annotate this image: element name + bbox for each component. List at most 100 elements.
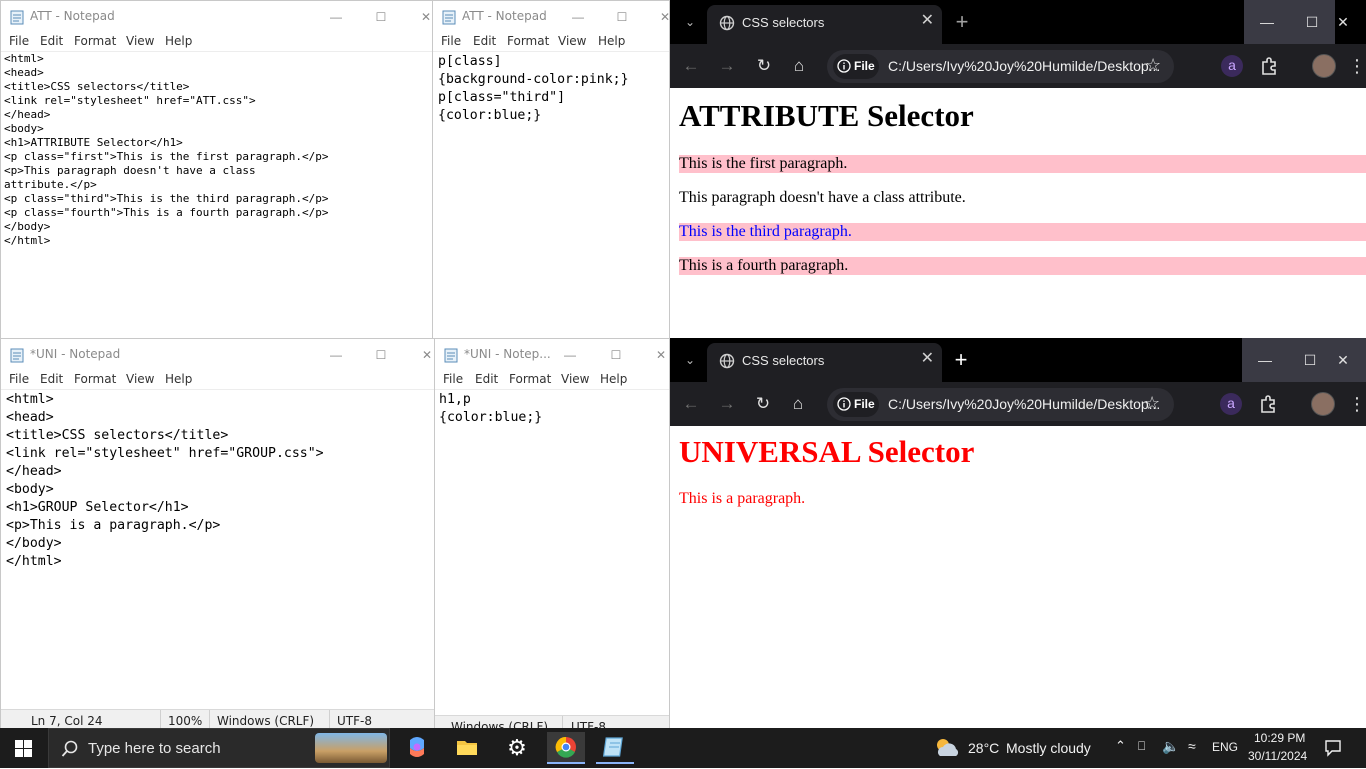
- menu-kebab-icon[interactable]: ⋮: [1348, 392, 1366, 416]
- info-icon: [837, 59, 851, 73]
- taskbar-search-box[interactable]: Type here to search: [48, 728, 390, 768]
- encoding: UTF-8: [571, 720, 606, 728]
- new-tab-button[interactable]: +: [947, 7, 977, 37]
- home-icon[interactable]: ⌂: [783, 389, 813, 419]
- bookmark-star-icon[interactable]: ☆: [1145, 55, 1161, 76]
- volume-icon[interactable]: 🔈: [1162, 738, 1179, 755]
- maximize-button[interactable]: ☐: [594, 341, 638, 369]
- text-editor[interactable]: <html> <head> <title>CSS selectors</titl…: [4, 52, 430, 248]
- minimize-button[interactable]: —: [1244, 0, 1290, 44]
- menu-format[interactable]: Format: [74, 372, 116, 386]
- close-button[interactable]: ✕: [404, 3, 432, 31]
- chrome-icon[interactable]: [547, 732, 585, 764]
- back-icon[interactable]: ←: [676, 51, 706, 81]
- tab-search-chevron-icon[interactable]: ⌄: [675, 345, 705, 375]
- new-tab-button[interactable]: +: [946, 345, 976, 375]
- title-bar[interactable]: ATT - Notepad — ☐ ✕: [1, 1, 432, 33]
- menu-help[interactable]: Help: [165, 372, 192, 386]
- menu-format[interactable]: Format: [74, 34, 116, 48]
- file-explorer-icon[interactable]: [448, 732, 486, 764]
- menu-kebab-icon[interactable]: ⋮: [1348, 54, 1366, 78]
- menu-bar: File Edit Format View Help: [1, 371, 434, 390]
- menu-file[interactable]: File: [441, 34, 461, 48]
- title-bar[interactable]: ATT - Notepad — ☐ ✕: [433, 1, 669, 33]
- text-editor[interactable]: p[class] {background-color:pink;} p[clas…: [438, 53, 667, 125]
- close-button[interactable]: ✕: [639, 341, 669, 369]
- show-hidden-icons-chevron-icon[interactable]: ⌃: [1115, 738, 1126, 754]
- menu-format[interactable]: Format: [509, 372, 551, 386]
- reload-icon[interactable]: ↻: [748, 389, 778, 419]
- weather-temperature[interactable]: 28°C: [968, 740, 999, 756]
- close-button[interactable]: ✕: [1320, 338, 1366, 382]
- menu-file[interactable]: File: [443, 372, 463, 386]
- close-button[interactable]: ✕: [405, 341, 434, 369]
- menu-view[interactable]: View: [126, 34, 154, 48]
- title-bar[interactable]: *UNI - Notep... — ☐ ✕: [435, 339, 669, 371]
- menu-view[interactable]: View: [561, 372, 589, 386]
- forward-icon[interactable]: →: [712, 389, 742, 419]
- maximize-button[interactable]: ☐: [600, 3, 644, 31]
- maximize-button[interactable]: ☐: [359, 3, 403, 31]
- windows-start-icon[interactable]: [15, 740, 32, 757]
- menu-file[interactable]: File: [9, 34, 29, 48]
- minimize-button[interactable]: —: [314, 341, 358, 369]
- menu-edit[interactable]: Edit: [475, 372, 498, 386]
- menu-help[interactable]: Help: [600, 372, 627, 386]
- menu-help[interactable]: Help: [165, 34, 192, 48]
- extension-a-icon[interactable]: a: [1221, 55, 1243, 77]
- menu-view[interactable]: View: [558, 34, 586, 48]
- minimize-button[interactable]: —: [556, 3, 600, 31]
- extension-a-icon[interactable]: a: [1220, 393, 1242, 415]
- menu-file[interactable]: File: [9, 372, 29, 386]
- text-editor[interactable]: <html> <head> <title>CSS selectors</titl…: [6, 391, 432, 571]
- encoding: UTF-8: [337, 714, 372, 728]
- settings-gear-icon[interactable]: ⚙: [498, 732, 536, 764]
- close-button[interactable]: ✕: [643, 3, 669, 31]
- network-wifi-icon[interactable]: ≈: [1188, 738, 1196, 754]
- tab-css-selectors[interactable]: CSS selectors ✕: [707, 343, 942, 382]
- bookmark-star-icon[interactable]: ☆: [1144, 393, 1160, 414]
- minimize-button[interactable]: —: [548, 341, 592, 369]
- language-indicator[interactable]: ENG: [1212, 740, 1238, 754]
- profile-avatar[interactable]: [1311, 392, 1335, 416]
- paragraph-no-class: This paragraph doesn't have a class attr…: [679, 189, 966, 206]
- extensions-puzzle-icon[interactable]: [1259, 56, 1279, 76]
- profile-avatar[interactable]: [1312, 54, 1336, 78]
- tab-css-selectors[interactable]: CSS selectors ✕: [707, 5, 942, 44]
- menu-format[interactable]: Format: [507, 34, 549, 48]
- menu-edit[interactable]: Edit: [473, 34, 496, 48]
- forward-icon[interactable]: →: [712, 51, 742, 81]
- input-method-icon[interactable]: ⎕: [1138, 739, 1145, 754]
- title-bar[interactable]: *UNI - Notepad — ☐ ✕: [1, 339, 434, 371]
- tab-close-icon[interactable]: ✕: [921, 13, 934, 29]
- menu-view[interactable]: View: [126, 372, 154, 386]
- menu-edit[interactable]: Edit: [40, 372, 63, 386]
- clock-date[interactable]: 30/11/2024: [1248, 749, 1307, 763]
- reload-icon[interactable]: ↻: [749, 51, 779, 81]
- notifications-icon[interactable]: [1324, 739, 1342, 757]
- site-info-chip[interactable]: File: [833, 54, 879, 79]
- tab-close-icon[interactable]: ✕: [921, 351, 934, 367]
- close-button[interactable]: ✕: [1320, 0, 1366, 44]
- extensions-puzzle-icon[interactable]: [1258, 394, 1278, 414]
- back-icon[interactable]: ←: [676, 389, 706, 419]
- page-content: ATTRIBUTE Selector This is the first par…: [670, 88, 1366, 338]
- notepad-taskbar-icon[interactable]: [596, 732, 634, 764]
- menu-edit[interactable]: Edit: [40, 34, 63, 48]
- search-placeholder: Type here to search: [88, 740, 221, 757]
- tab-search-chevron-icon[interactable]: ⌄: [675, 7, 705, 37]
- address-bar[interactable]: File C:/Users/Ivy%20Joy%20Humilde/Deskto…: [827, 388, 1174, 421]
- home-icon[interactable]: ⌂: [784, 51, 814, 81]
- site-info-chip[interactable]: File: [833, 392, 879, 417]
- notepad-uni-css-window: *UNI - Notep... — ☐ ✕ File Edit Format V…: [434, 338, 670, 728]
- maximize-button[interactable]: ☐: [359, 341, 403, 369]
- text-editor[interactable]: h1,p {color:blue;}: [439, 391, 667, 427]
- page-heading: UNIVERSAL Selector: [679, 434, 975, 469]
- copilot-icon[interactable]: [398, 732, 436, 764]
- minimize-button[interactable]: —: [314, 3, 358, 31]
- weather-description[interactable]: Mostly cloudy: [1006, 740, 1091, 756]
- minimize-button[interactable]: —: [1242, 338, 1288, 382]
- address-bar[interactable]: File C:/Users/Ivy%20Joy%20Humilde/Deskto…: [827, 50, 1174, 83]
- menu-help[interactable]: Help: [598, 34, 625, 48]
- clock-time[interactable]: 10:29 PM: [1254, 731, 1305, 745]
